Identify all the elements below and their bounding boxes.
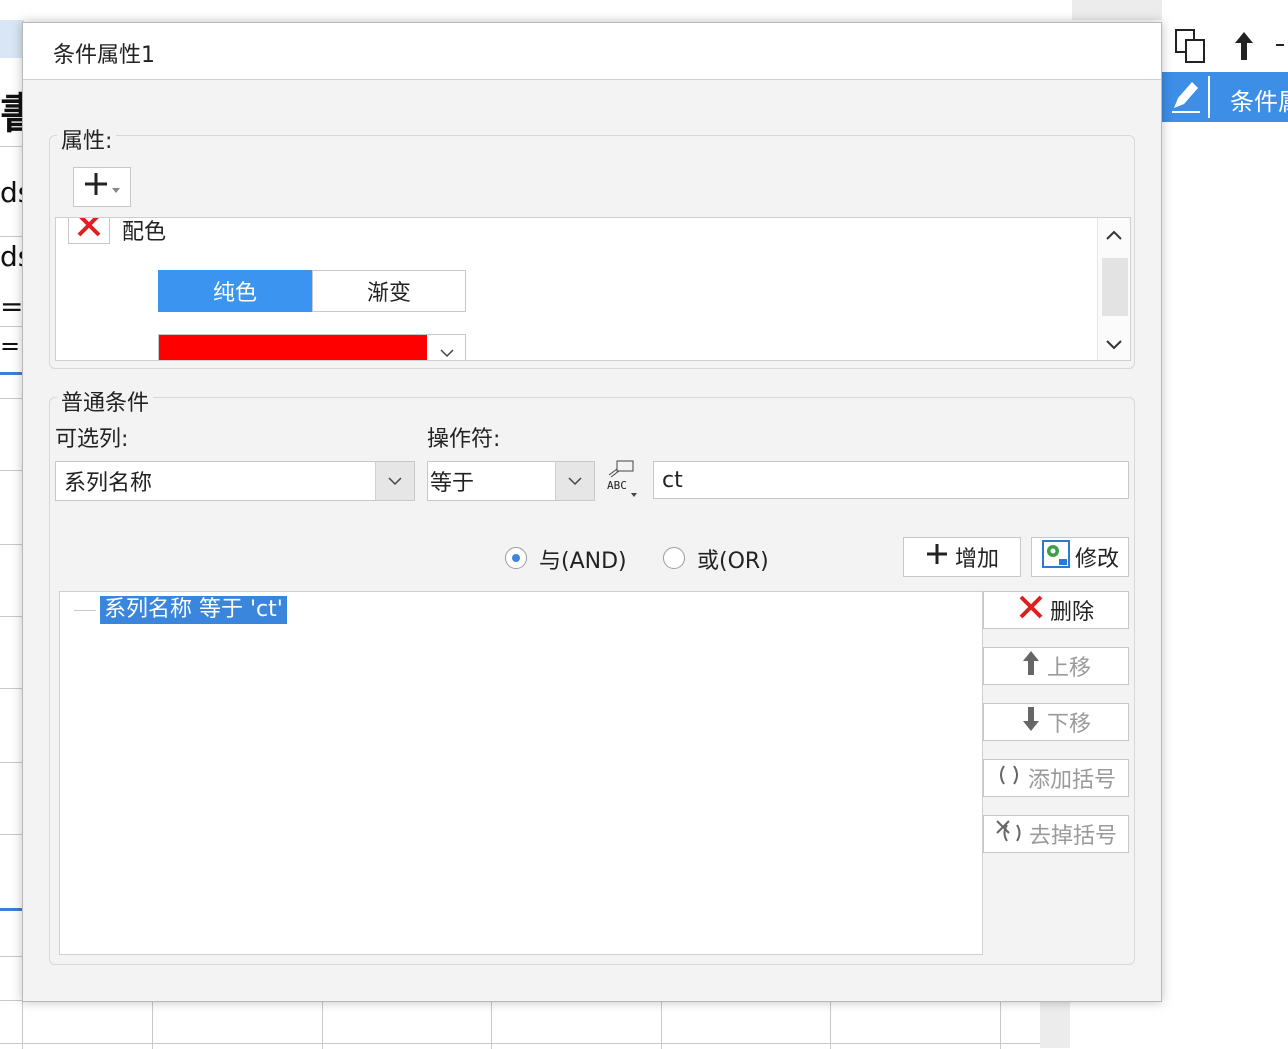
more-icon[interactable]	[1276, 44, 1284, 46]
background-gridline	[0, 834, 22, 835]
add-attribute-button[interactable]	[73, 167, 131, 207]
background-text-fragment: 書	[0, 89, 22, 138]
chevron-down-icon	[439, 343, 455, 360]
background-gridline	[0, 616, 22, 617]
move-down-label: 下移	[1046, 712, 1091, 737]
plus-icon	[83, 171, 109, 203]
operator-select[interactable]: 等于	[427, 461, 595, 501]
background-accent-line	[0, 908, 22, 911]
modify-gear-icon	[1041, 539, 1071, 575]
move-up-button[interactable]: 上移	[983, 647, 1129, 685]
chevron-down-icon	[375, 462, 414, 500]
condition-tree[interactable]: 系列名称 等于 'ct'	[59, 591, 983, 955]
right-panel-selected-item[interactable]: 条件属	[1162, 72, 1288, 122]
delete-x-icon	[1018, 594, 1044, 626]
chevron-down-icon[interactable]	[1105, 336, 1123, 355]
attribute-name-label: 配色	[122, 220, 167, 245]
grid-column-line	[22, 1001, 23, 1049]
plus-icon	[925, 542, 949, 572]
background-gray-column	[1040, 1000, 1070, 1048]
background-gridline	[0, 956, 22, 957]
background-gridline	[0, 470, 22, 471]
add-bracket-label: 添加括号	[1027, 768, 1116, 793]
modify-condition-button[interactable]: 修改	[1031, 537, 1129, 577]
copy-icon[interactable]	[1174, 28, 1208, 68]
grid-column-line	[830, 1001, 831, 1049]
color-mode-gradient-tab[interactable]: 渐变	[312, 270, 466, 312]
add-condition-button[interactable]: 增加	[903, 537, 1021, 577]
background-gridline	[0, 398, 22, 399]
remove-attribute-button[interactable]	[68, 218, 110, 244]
grid-row-line	[0, 1043, 1040, 1044]
scrollbar-thumb[interactable]	[1102, 258, 1128, 316]
arrow-up-icon	[1021, 649, 1041, 683]
condition-attribute-dialog: 条件属性1 属性: 配色 纯色 渐变 普通条件 可选列: 操作符: 系列名称 等…	[22, 22, 1162, 1002]
delete-condition-label: 删除	[1049, 600, 1094, 625]
move-up-label: 上移	[1046, 656, 1091, 681]
delete-condition-button[interactable]: 删除	[983, 591, 1129, 629]
logic-or-label[interactable]: 或(OR)	[697, 543, 769, 575]
background-divider	[0, 146, 22, 147]
dropdown-triangle-icon	[111, 175, 121, 200]
tree-connector-line	[74, 610, 96, 611]
background-toolbar-strip	[1072, 0, 1162, 20]
pencil-icon	[1168, 76, 1210, 118]
remove-bracket-button[interactable]: 去掉括号	[983, 815, 1129, 853]
logic-and-radio[interactable]	[505, 547, 527, 569]
dialog-titlebar: 条件属性1	[23, 23, 1161, 80]
remove-bracket-icon	[995, 819, 1023, 849]
add-condition-label: 增加	[954, 547, 999, 572]
background-gridline	[0, 762, 22, 763]
attribute-list-scrollbar[interactable]	[1097, 218, 1130, 360]
grid-column-line	[491, 1001, 492, 1049]
grid-column-line	[152, 1001, 153, 1049]
remove-bracket-label: 去掉括号	[1028, 824, 1117, 849]
background-divider	[0, 326, 22, 327]
color-mode-solid-tab[interactable]: 纯色	[158, 270, 312, 312]
general-condition-legend: 普通条件	[57, 385, 154, 417]
operator-label: 操作符:	[427, 427, 501, 452]
logic-and-label[interactable]: 与(AND)	[539, 543, 627, 575]
column-label: 可选列:	[55, 427, 129, 452]
attributes-legend: 属性:	[57, 123, 117, 155]
background-accent-line	[0, 372, 22, 375]
right-panel-item-label: 条件属	[1230, 88, 1288, 116]
modify-condition-label: 修改	[1074, 547, 1119, 572]
logic-or-radio[interactable]	[663, 547, 685, 569]
dialog-title: 条件属性1	[53, 43, 155, 68]
bracket-icon	[996, 764, 1022, 792]
value-type-abc-icon[interactable]: ABC	[605, 459, 641, 505]
column-select-value: 系列名称	[64, 471, 153, 496]
column-select[interactable]: 系列名称	[55, 461, 415, 501]
delete-x-icon	[76, 218, 102, 244]
grid-column-line	[1000, 1001, 1001, 1049]
chevron-down-icon	[555, 462, 594, 500]
add-bracket-button[interactable]: 添加括号	[983, 759, 1129, 797]
background-text-fragment: ds	[0, 176, 22, 209]
move-up-arrow-icon[interactable]	[1232, 30, 1256, 66]
background-text-fragment: ds	[0, 240, 22, 273]
svg-text:ABC: ABC	[607, 479, 627, 492]
condition-tree-item[interactable]: 系列名称 等于 'ct'	[100, 596, 287, 624]
background-divider	[0, 236, 22, 237]
background-gridline	[0, 544, 22, 545]
background-left-header	[0, 20, 24, 58]
grid-column-line	[661, 1001, 662, 1049]
background-gridline	[0, 688, 22, 689]
color-picker[interactable]	[158, 334, 466, 360]
right-side-panel	[1162, 0, 1288, 1048]
chevron-up-icon[interactable]	[1105, 226, 1123, 245]
move-down-button[interactable]: 下移	[983, 703, 1129, 741]
arrow-down-icon	[1021, 705, 1041, 739]
background-text-fragment: =	[0, 290, 22, 323]
background-grid	[0, 1000, 1040, 1049]
right-panel-toolbar	[1162, 22, 1288, 70]
operator-select-value: 等于	[430, 471, 475, 496]
grid-column-line	[322, 1001, 323, 1049]
attribute-list: 配色 纯色 渐变	[55, 217, 1131, 361]
color-swatch	[159, 335, 427, 360]
background-text-fragment: =m	[0, 332, 22, 360]
condition-value-input[interactable]	[653, 461, 1129, 499]
